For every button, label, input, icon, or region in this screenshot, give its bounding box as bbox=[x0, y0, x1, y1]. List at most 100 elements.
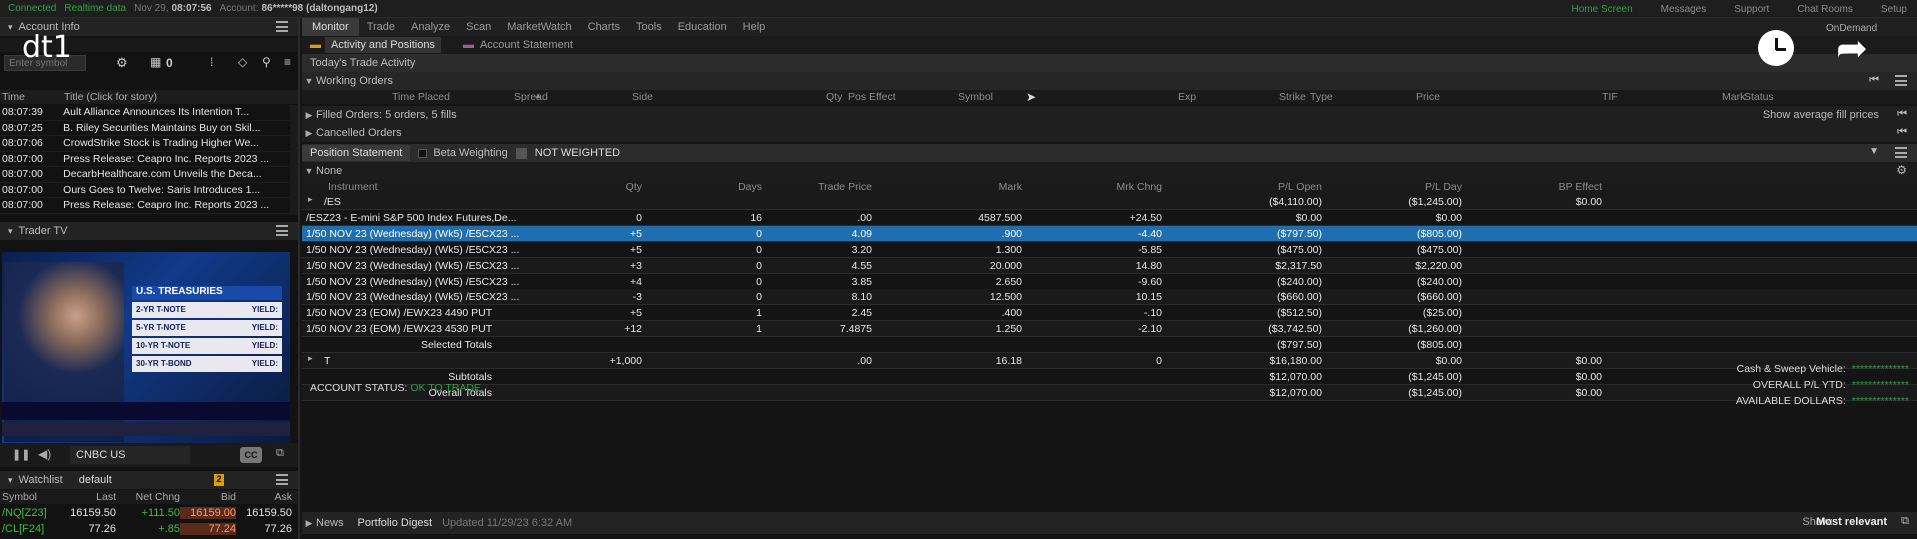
show-selector[interactable]: Most relevant bbox=[1816, 516, 1887, 528]
collapse-icon[interactable]: ⏮ bbox=[1897, 108, 1907, 121]
grid-icon[interactable]: ▦ bbox=[150, 55, 161, 69]
wo-col-spread-label[interactable]: Spread bbox=[514, 91, 548, 103]
link-group-icon[interactable]: 2 bbox=[214, 474, 224, 486]
position-row[interactable]: /ESZ23 - E-mini S&P 500 Index Futures,De… bbox=[302, 210, 1917, 226]
volume-icon[interactable]: ◀) bbox=[38, 447, 51, 461]
chat-rooms-link[interactable]: Chat Rooms bbox=[1797, 4, 1853, 15]
closed-caption-button[interactable]: CC bbox=[240, 447, 262, 463]
position-row[interactable]: 1/50 NOV 23 (Wednesday) (Wk5) /E5CX23 ..… bbox=[302, 242, 1917, 258]
news-item[interactable]: 08:07:25 B. Riley Securities Maintains Bu… bbox=[0, 121, 290, 136]
wo-col-mark[interactable]: Mark bbox=[1722, 91, 1745, 103]
tab-tools[interactable]: Tools bbox=[628, 18, 670, 36]
messages-link[interactable]: Messages bbox=[1661, 4, 1707, 15]
collapse-icon[interactable]: ⏮ bbox=[1869, 74, 1879, 87]
beta-dropdown-icon[interactable] bbox=[515, 147, 527, 159]
menu-icon[interactable] bbox=[1895, 147, 1907, 158]
chevron-right-icon[interactable]: ▶ bbox=[302, 128, 316, 139]
news-col-time[interactable]: Time bbox=[0, 91, 64, 103]
wo-col-side[interactable]: Side bbox=[632, 91, 653, 103]
account-selector[interactable]: 86*****98 (daltongang12) bbox=[262, 3, 378, 14]
ps-col-bp-effect[interactable]: BP Effect bbox=[1502, 181, 1602, 193]
show-average-fill-prices[interactable]: Show average fill prices bbox=[1763, 109, 1879, 121]
position-row[interactable]: 1/50 NOV 23 (EOM) /EWX23 4530 PUT +12 1 7.4… bbox=[302, 321, 1917, 338]
wo-col-qty[interactable]: Qty bbox=[826, 91, 842, 103]
menu-icon[interactable] bbox=[276, 21, 288, 32]
working-orders-header[interactable]: ▼ Working Orders ⏮ bbox=[302, 72, 1917, 90]
position-row[interactable]: 1/50 NOV 23 (Wednesday) (Wk5) /E5CX23 ..… bbox=[302, 274, 1917, 290]
cancelled-orders-header[interactable]: ▶ Cancelled Orders ⏮ bbox=[302, 124, 1917, 142]
tab-scan[interactable]: Scan bbox=[458, 18, 499, 36]
wo-col-price[interactable]: Price bbox=[1416, 91, 1440, 103]
video-player[interactable]: U.S. TREASURIES 2-YR T-NOTE YIELD: 5-YR T… bbox=[2, 252, 290, 443]
ps-col-pl-open[interactable]: P/L Open bbox=[1222, 181, 1322, 193]
tag-icon[interactable]: ◇ bbox=[238, 55, 247, 69]
news-item[interactable]: 08:07:00 Press Release: Ceapro Inc. Repor… bbox=[0, 198, 290, 214]
ps-col-pl-day[interactable]: P/L Day bbox=[1362, 181, 1462, 193]
news-item[interactable]: 08:07:00 Press Release: Ceapro Inc. Repor… bbox=[0, 152, 290, 167]
position-row[interactable]: Selected Totals ($797.50) ($805.00) bbox=[302, 337, 1917, 354]
position-row[interactable]: ▸ /ES ($4,110.00) ($1,245.00) $0.00 bbox=[302, 194, 1917, 210]
wo-col-pos-effect[interactable]: Pos Effect bbox=[848, 91, 896, 103]
clock-icon[interactable] bbox=[1758, 30, 1794, 66]
ps-col-qty[interactable]: Qty bbox=[542, 181, 642, 193]
position-statement-title[interactable]: Position Statement bbox=[302, 145, 411, 161]
wl-col-symbol[interactable]: Symbol bbox=[0, 491, 70, 503]
popout-icon[interactable]: ⧉ bbox=[276, 447, 284, 460]
position-row[interactable]: 1/50 NOV 23 (Wednesday) (Wk5) /E5CX23 ..… bbox=[302, 289, 1917, 306]
tab-charts[interactable]: Charts bbox=[580, 18, 628, 36]
wl-col-bid[interactable]: Bid bbox=[180, 491, 236, 503]
tab-analyze[interactable]: Analyze bbox=[403, 18, 458, 36]
tab-help[interactable]: Help bbox=[735, 18, 774, 36]
news-item[interactable]: 08:07:39 Ault Alliance Announces Its Inte… bbox=[0, 105, 290, 121]
trader-tv-header[interactable]: ▾ Trader TV bbox=[0, 222, 298, 240]
wl-col-netchng[interactable]: Net Chng bbox=[116, 491, 180, 503]
collapse-icon[interactable]: ⏮ bbox=[1897, 126, 1907, 139]
ps-col-days[interactable]: Days bbox=[662, 181, 762, 193]
news-tab[interactable]: News bbox=[316, 517, 344, 529]
home-screen-link[interactable]: Home Screen bbox=[1572, 4, 1633, 15]
ps-col-mrk-chng[interactable]: Mrk Chng bbox=[1062, 181, 1162, 193]
watchlist-selector[interactable]: default bbox=[79, 474, 112, 486]
chevron-down-icon[interactable]: ▼ bbox=[302, 76, 316, 86]
watchlist-row[interactable]: /CL[F24] 77.26 +.85 77.24 77.26 bbox=[0, 521, 298, 537]
wo-col-status[interactable]: Status bbox=[1744, 91, 1774, 103]
setup-link[interactable]: Setup bbox=[1881, 4, 1907, 15]
beta-weighting-checkbox[interactable] bbox=[418, 148, 428, 158]
wo-col-time-placed[interactable]: Time Placed bbox=[392, 91, 450, 103]
position-row[interactable]: 1/50 NOV 23 (Wednesday) (Wk5) /E5CX23 ..… bbox=[302, 257, 1917, 274]
news-item[interactable]: 08:07:00 DecarbHealthcare.com Unveils the… bbox=[0, 167, 290, 183]
subtab-activity[interactable]: Activity and Positions bbox=[325, 37, 441, 53]
ps-col-trade-price[interactable]: Trade Price bbox=[762, 181, 872, 193]
menu-icon[interactable]: ≡ bbox=[284, 55, 291, 69]
tab-monitor[interactable]: Monitor bbox=[302, 18, 359, 36]
position-row[interactable]: 1/50 NOV 23 (Wednesday) (Wk5) /E5CX23 ..… bbox=[302, 225, 1917, 242]
gear-icon[interactable]: ⚙ bbox=[116, 55, 128, 71]
support-link[interactable]: Support bbox=[1734, 4, 1769, 15]
ps-col-mark[interactable]: Mark bbox=[922, 181, 1022, 193]
expand-caret-icon[interactable]: ▸ bbox=[308, 353, 313, 364]
gear-icon[interactable]: ⚙ bbox=[1896, 163, 1907, 177]
menu-icon[interactable] bbox=[276, 225, 288, 236]
watchlist-header[interactable]: ▾ Watchlist default 2 bbox=[0, 471, 298, 489]
pause-icon[interactable]: ❚❚ bbox=[12, 448, 30, 461]
wo-col-tif[interactable]: TIF bbox=[1602, 91, 1618, 103]
tab-education[interactable]: Education bbox=[670, 18, 735, 36]
menu-icon[interactable] bbox=[1895, 75, 1907, 86]
on-demand-link[interactable]: OnDemand bbox=[1826, 23, 1877, 34]
ps-col-instrument[interactable]: Instrument bbox=[328, 181, 378, 193]
link-icon[interactable]: ⚲ bbox=[262, 55, 271, 69]
filter-icon[interactable]: ▼ bbox=[1869, 146, 1879, 157]
menu-icon[interactable] bbox=[276, 474, 288, 485]
chevron-right-icon[interactable]: ▶ bbox=[302, 110, 316, 121]
news-scrollbar[interactable] bbox=[290, 105, 298, 215]
wl-col-ask[interactable]: Ask bbox=[236, 491, 292, 503]
wo-col-type[interactable]: Type bbox=[1310, 91, 1333, 103]
columns-icon[interactable]: ⁞ bbox=[210, 55, 213, 69]
watchlist-row[interactable]: /NQ[Z23] 16159.50 +111.50 16159.00 16159.50 bbox=[0, 505, 298, 521]
wo-col-symbol[interactable]: Symbol bbox=[958, 91, 993, 103]
news-item[interactable]: 08:07:06 CrowdStrike Stock is Trading Hig… bbox=[0, 136, 290, 152]
tab-trade[interactable]: Trade bbox=[359, 18, 403, 36]
wl-col-last[interactable]: Last bbox=[70, 491, 116, 503]
wo-col-exp[interactable]: Exp bbox=[1178, 91, 1196, 103]
position-row[interactable]: 1/50 NOV 23 (EOM) /EWX23 4490 PUT +5 1 2.45… bbox=[302, 305, 1917, 322]
